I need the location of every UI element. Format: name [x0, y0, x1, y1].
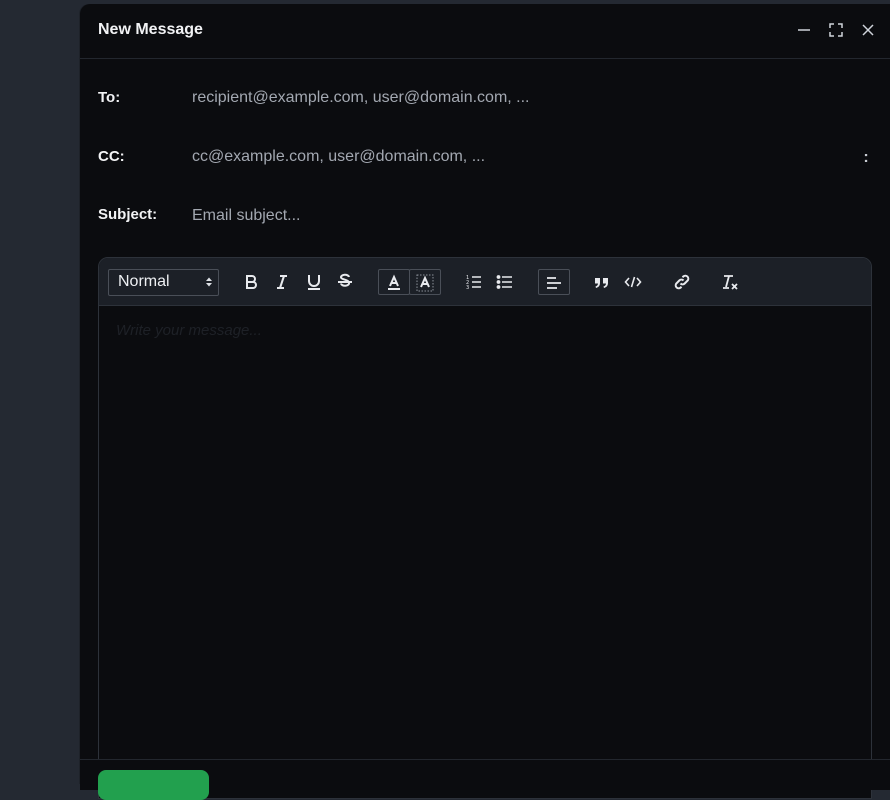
clear-format-button[interactable]: [716, 269, 744, 295]
close-icon: [862, 24, 874, 36]
minimize-icon: [798, 29, 810, 31]
link-icon: [674, 274, 690, 290]
ordered-list-button[interactable]: 123: [460, 269, 488, 295]
strikethrough-button[interactable]: [331, 269, 359, 295]
clear-format-icon: [723, 275, 738, 290]
to-input[interactable]: [184, 86, 860, 110]
blockquote-button[interactable]: [588, 269, 616, 295]
formatting-toolbar: Normal 1 2 3: [99, 258, 871, 306]
message-editor: Normal 1 2 3 Write your message...: [98, 257, 872, 799]
svg-text:3: 3: [466, 285, 469, 291]
compose-window: New Message To: CC: : Subject: Normal: [80, 4, 890, 800]
link-button[interactable]: [668, 269, 696, 295]
align-left-icon: [547, 277, 561, 289]
compose-title: New Message: [98, 21, 203, 38]
maximize-icon: [829, 23, 843, 37]
text-color-icon: [388, 274, 400, 290]
to-label: To:: [98, 89, 121, 106]
ordered-list-icon: 123: [466, 275, 481, 291]
minimize-button[interactable]: [796, 22, 812, 38]
text-format-value: Normal: [118, 273, 170, 290]
bullet-list-button[interactable]: [491, 269, 519, 295]
text-format-select[interactable]: Normal: [108, 269, 219, 296]
italic-button[interactable]: [268, 269, 296, 295]
compose-header: New Message: [80, 4, 890, 59]
text-color-button[interactable]: [378, 269, 410, 295]
code-button[interactable]: [619, 269, 647, 295]
code-icon: [624, 276, 642, 288]
blockquote-icon: [595, 278, 608, 288]
message-placeholder: Write your message...: [116, 322, 262, 339]
message-body[interactable]: Write your message...: [99, 306, 871, 798]
align-button[interactable]: [538, 269, 570, 295]
maximize-button[interactable]: [828, 22, 844, 38]
strikethrough-icon: [338, 273, 352, 287]
bold-button[interactable]: [237, 269, 265, 295]
underline-icon: [308, 275, 320, 290]
highlight-color-button[interactable]: [409, 269, 441, 295]
cc-input[interactable]: [184, 145, 860, 169]
select-arrows-icon: [206, 277, 212, 287]
subject-label: Subject:: [98, 206, 158, 223]
bullet-list-icon: [496, 275, 512, 289]
italic-icon: [277, 275, 287, 289]
more-options-button[interactable]: :: [860, 149, 872, 169]
underline-button[interactable]: [300, 269, 328, 295]
close-button[interactable]: [860, 22, 876, 38]
cc-label: CC:: [98, 148, 125, 165]
subject-input[interactable]: [184, 204, 860, 228]
highlight-color-icon: [416, 274, 434, 292]
compose-footer: [80, 759, 890, 800]
bold-icon: [246, 275, 257, 289]
send-button[interactable]: [98, 770, 209, 800]
